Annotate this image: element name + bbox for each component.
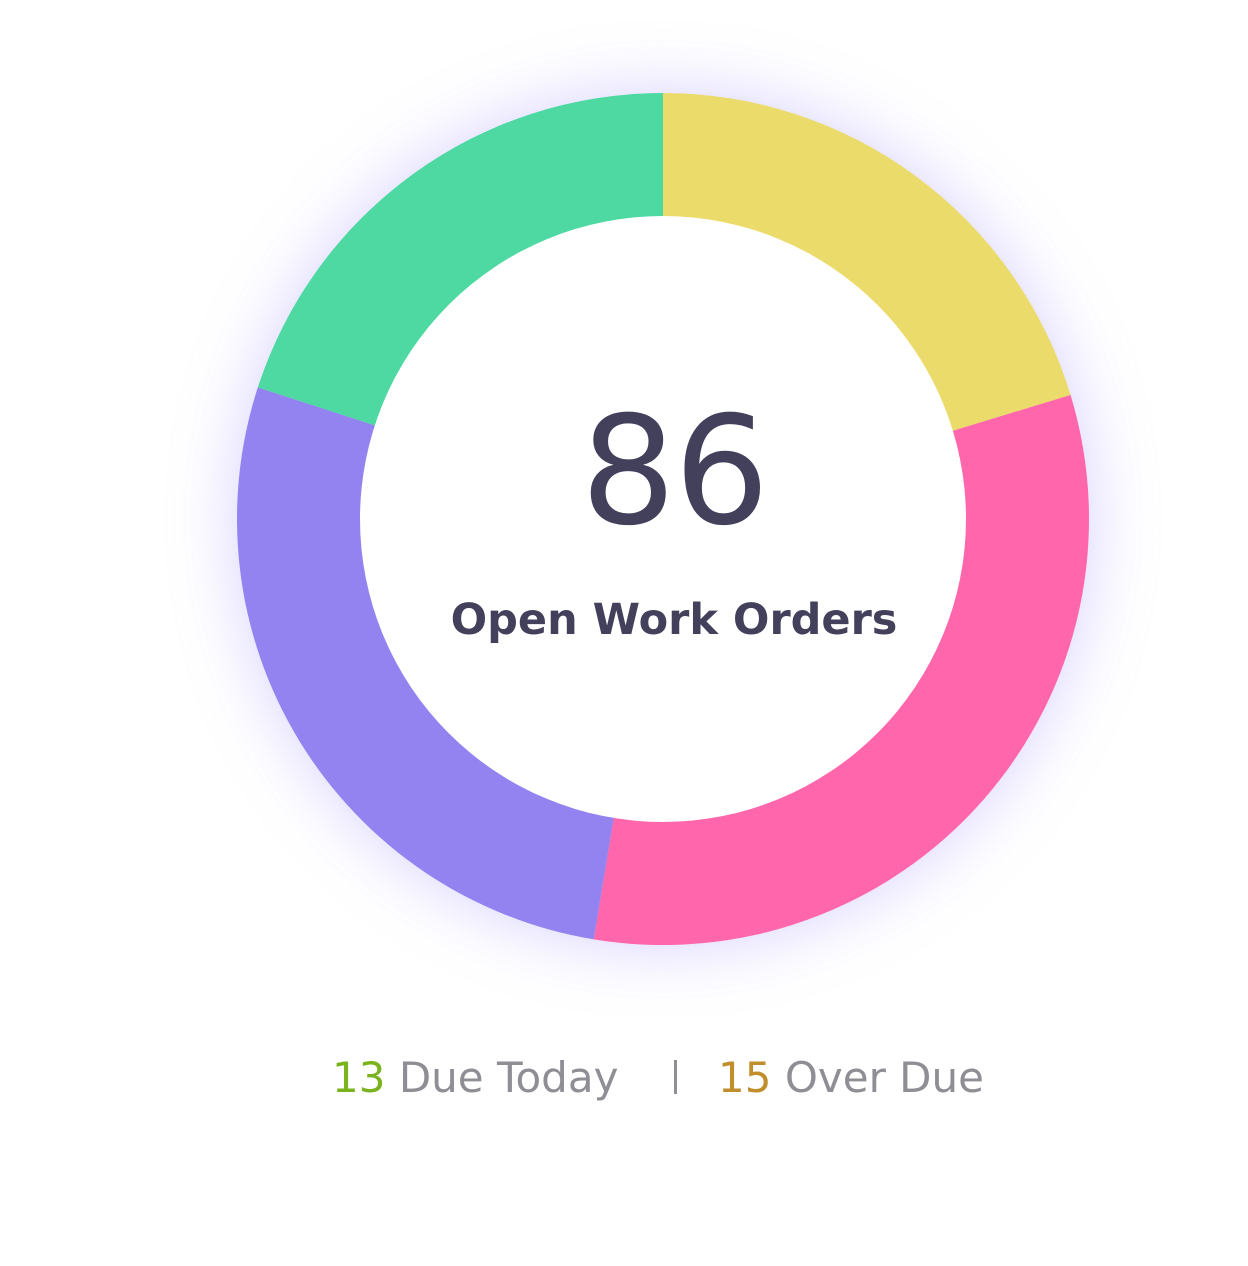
summary-divider [674, 1060, 677, 1094]
over-due-stat[interactable]: 15 Over Due [718, 1046, 984, 1110]
over-due-label: Over Due [784, 1053, 984, 1102]
total-open-work-orders: 86 [580, 385, 770, 559]
work-order-summary: 13 Due Today 15 Over Due [0, 1046, 1248, 1110]
due-today-label: Due Today [398, 1053, 619, 1102]
center-label: Open Work Orders [450, 595, 898, 645]
over-due-count: 15 [718, 1053, 772, 1102]
due-today-count: 13 [332, 1053, 386, 1102]
due-today-stat[interactable]: 13 Due Today [332, 1046, 618, 1110]
